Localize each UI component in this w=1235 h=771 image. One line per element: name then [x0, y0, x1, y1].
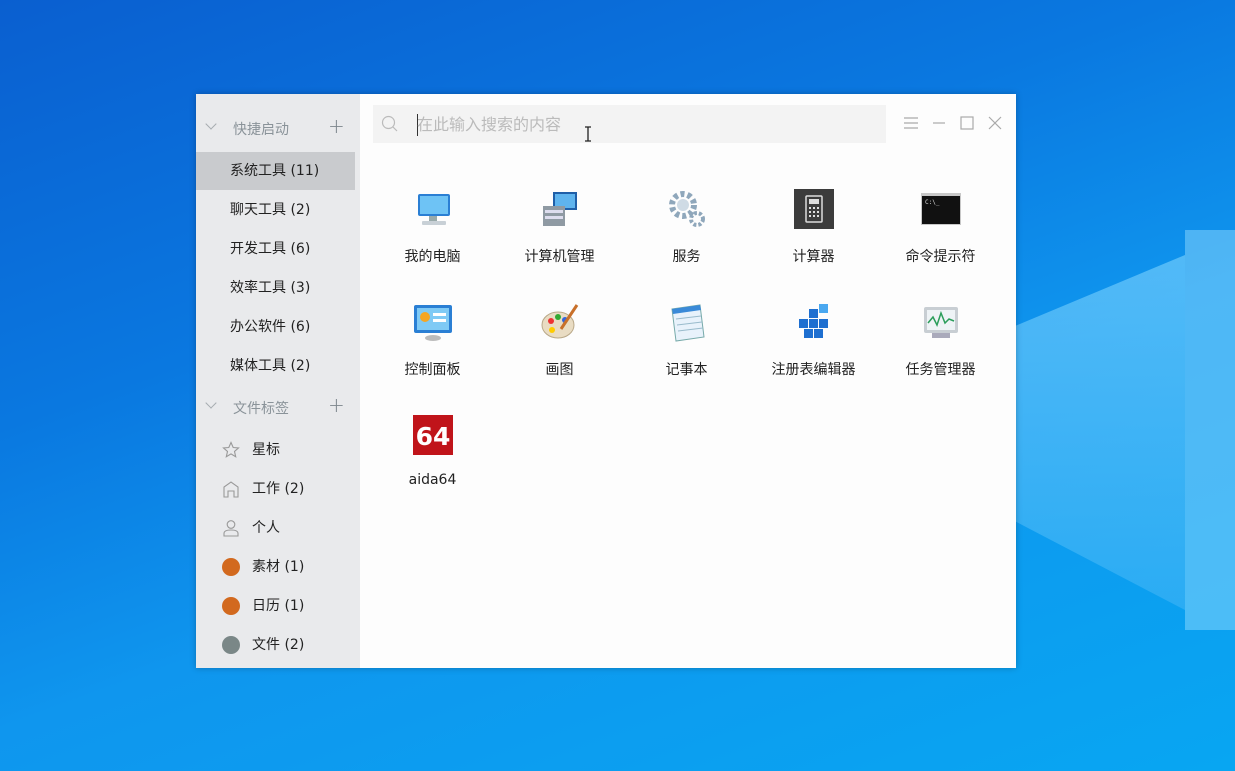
computer-management-icon — [543, 192, 577, 226]
app-label: aida64 — [408, 472, 457, 488]
close-icon[interactable] — [986, 114, 1004, 132]
app-label: 注册表编辑器 — [771, 362, 856, 378]
tag-label: 工作 (2) — [252, 481, 305, 497]
app-label: 画图 — [545, 362, 574, 378]
tag-work[interactable]: 工作 (2) — [196, 470, 355, 508]
palette-icon — [541, 304, 579, 339]
search-box[interactable] — [373, 105, 886, 143]
app-label: 控制面板 — [404, 362, 461, 378]
terminal-icon: C:\_ — [921, 193, 961, 225]
calculator-icon — [794, 189, 834, 229]
tag-color-dot-icon — [222, 597, 240, 615]
app-calculator[interactable]: 计算器 — [750, 184, 877, 297]
gears-icon — [669, 191, 705, 227]
mouse-text-cursor-icon — [585, 126, 591, 142]
section-title: 快捷启动 — [233, 122, 289, 138]
task-manager-icon — [924, 307, 958, 338]
chevron-down-icon[interactable] — [205, 118, 217, 130]
svg-text:64: 64 — [416, 422, 451, 451]
section-title: 文件标签 — [233, 401, 289, 417]
app-paint[interactable]: 画图 — [496, 297, 623, 410]
maximize-icon[interactable] — [958, 114, 976, 132]
tag-materials[interactable]: 素材 (1) — [196, 548, 355, 586]
add-icon[interactable]: + — [328, 393, 345, 417]
app-label: 任务管理器 — [905, 362, 976, 378]
computer-icon — [418, 194, 450, 225]
control-panel-icon — [414, 305, 452, 341]
app-label: 命令提示符 — [905, 249, 976, 265]
sidebar: 快捷启动 + 系统工具 (11) 聊天工具 (2) 开发工具 (6) 效率工具 … — [196, 94, 360, 668]
app-notepad[interactable]: 记事本 — [623, 297, 750, 410]
tag-color-dot-icon — [222, 558, 240, 576]
sidebar-item-system-tools[interactable]: 系统工具 (11) — [196, 152, 355, 190]
star-icon — [222, 441, 240, 458]
tag-star[interactable]: 星标 — [196, 431, 355, 469]
desktop-light — [1185, 230, 1235, 630]
app-registry-editor[interactable]: 注册表编辑器 — [750, 297, 877, 410]
tag-color-dot-icon — [222, 636, 240, 654]
desktop-light — [1015, 255, 1185, 610]
app-task-manager[interactable]: 任务管理器 — [877, 297, 1004, 410]
sidebar-item-dev-tools[interactable]: 开发工具 (6) — [196, 230, 355, 268]
minimize-icon[interactable] — [930, 114, 948, 132]
menu-icon[interactable] — [902, 114, 920, 132]
chevron-down-icon[interactable] — [205, 397, 217, 409]
app-label: 我的电脑 — [404, 249, 461, 265]
notepad-icon — [671, 304, 705, 342]
user-icon — [223, 520, 239, 537]
aida64-icon: 64 — [413, 415, 453, 455]
app-command-prompt[interactable]: C:\_ 命令提示符 — [877, 184, 1004, 297]
launcher-window: 快捷启动 + 系统工具 (11) 聊天工具 (2) 开发工具 (6) 效率工具 … — [196, 94, 1016, 668]
add-icon[interactable]: + — [328, 114, 345, 138]
app-my-computer[interactable]: 我的电脑 — [369, 184, 496, 297]
search-icon — [381, 115, 398, 132]
tag-calendar[interactable]: 日历 (1) — [196, 587, 355, 625]
tag-personal[interactable]: 个人 — [196, 509, 355, 547]
sidebar-item-media-tools[interactable]: 媒体工具 (2) — [196, 347, 355, 385]
tag-label: 素材 (1) — [252, 559, 305, 575]
sidebar-item-chat-tools[interactable]: 聊天工具 (2) — [196, 191, 355, 229]
app-services[interactable]: 服务 — [623, 184, 750, 297]
app-aida64[interactable]: 64 aida64 — [369, 410, 496, 523]
search-input[interactable] — [417, 105, 877, 143]
tag-label: 日历 (1) — [252, 598, 305, 614]
sidebar-item-efficiency-tools[interactable]: 效率工具 (3) — [196, 269, 355, 307]
app-label: 服务 — [672, 249, 701, 265]
section-quick-launch[interactable]: 快捷启动 + — [196, 114, 360, 144]
tag-files[interactable]: 文件 (2) — [196, 626, 355, 664]
app-label: 计算器 — [792, 249, 835, 265]
tag-label: 文件 (2) — [252, 637, 305, 653]
section-file-tags[interactable]: 文件标签 + — [196, 393, 360, 423]
sidebar-item-office[interactable]: 办公软件 (6) — [196, 308, 355, 346]
home-icon — [223, 481, 239, 498]
app-label: 计算机管理 — [524, 249, 595, 265]
svg-text:C:\_: C:\_ — [925, 199, 940, 206]
tag-label: 星标 — [252, 442, 280, 458]
app-control-panel[interactable]: 控制面板 — [369, 297, 496, 410]
app-computer-management[interactable]: 计算机管理 — [496, 184, 623, 297]
tag-label: 个人 — [252, 520, 280, 536]
registry-icon — [799, 304, 828, 338]
app-label: 记事本 — [665, 362, 708, 378]
